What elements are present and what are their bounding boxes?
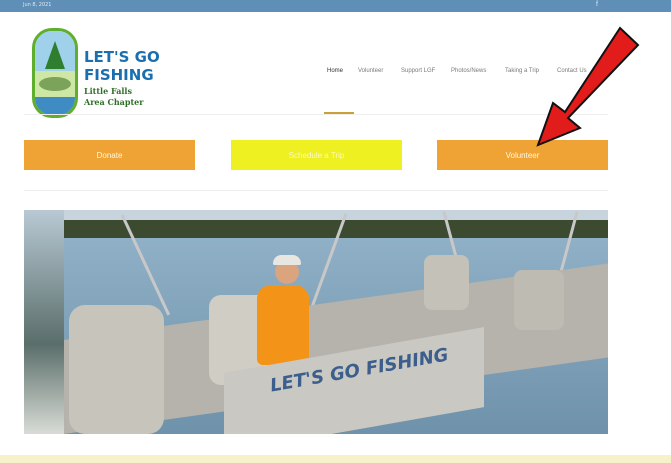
- logo-badge: [32, 28, 78, 118]
- nav-item-support[interactable]: Support LGF: [401, 68, 435, 74]
- captain-figure: [257, 285, 309, 365]
- nav-item-volunteer[interactable]: Volunteer: [358, 68, 383, 74]
- fish-icon: [39, 77, 71, 91]
- top-bar: Jun 8, 2021 f: [0, 0, 671, 12]
- buttons-divider: [24, 190, 608, 191]
- nav-item-contact[interactable]: Contact Us: [557, 68, 587, 74]
- logo-title-line2: FISHING: [84, 66, 154, 84]
- logo-title-line1: LET'S GO: [84, 48, 160, 66]
- donate-button[interactable]: Donate: [24, 140, 195, 170]
- nav-item-taking-a-trip[interactable]: Taking a Trip: [505, 68, 539, 74]
- logo-subtitle-line2: Area Chapter: [84, 97, 144, 107]
- footer-band: [0, 455, 671, 463]
- volunteer-button[interactable]: Volunteer: [437, 140, 608, 170]
- arrow-icon: [536, 26, 640, 147]
- hero-image: LET'S GO FISHING: [24, 210, 608, 434]
- nav-item-photos-news[interactable]: Photos/News: [451, 68, 486, 74]
- site-logo[interactable]: LET'S GO FISHING Little Falls Area Chapt…: [24, 26, 174, 118]
- nav-item-home[interactable]: Home: [327, 68, 343, 74]
- schedule-trip-button[interactable]: Schedule a Trip: [231, 140, 402, 170]
- facebook-icon[interactable]: f: [596, 1, 598, 8]
- logo-subtitle-line1: Little Falls: [84, 86, 132, 96]
- header-divider: [24, 114, 608, 115]
- date-text: Jun 8, 2021: [23, 2, 52, 8]
